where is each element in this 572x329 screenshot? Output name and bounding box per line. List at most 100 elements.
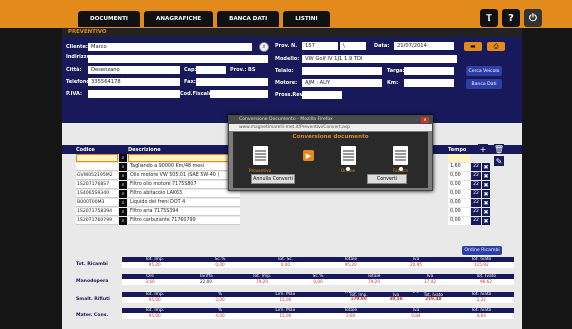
grand-v0: 179,90 xyxy=(350,296,367,301)
menu-banca-dati[interactable]: BANCA DATI xyxy=(217,11,280,27)
table-row: B000T00M3 ⌕ Liquido dei freni DOT 4 0,00… xyxy=(62,199,522,207)
smalt-label: Smalt. Rifiuti xyxy=(76,297,110,302)
trash-icon[interactable]: 🗑 xyxy=(494,144,504,154)
mater-label: Mater. Cons. xyxy=(76,313,109,318)
converti-button[interactable]: Converti xyxy=(367,174,407,184)
mater-v2: 15,00 xyxy=(279,313,292,318)
power-icon[interactable]: ⏻ xyxy=(524,9,542,27)
telaio-label: Telaio: xyxy=(275,68,294,74)
search-icon[interactable]: ⌕ xyxy=(119,208,127,216)
menu-anagrafiche[interactable]: ANAGRAFICHE xyxy=(144,11,214,27)
desc-cell[interactable]: Filtro olio motore 7175S807 xyxy=(128,181,240,189)
mano-v1[interactable]: 22,00 xyxy=(178,279,234,285)
desc-cell[interactable]: Tagliando a 90000 Km/48 mesi xyxy=(128,163,240,171)
qty-cell: 22 xyxy=(471,181,481,189)
delete-icon[interactable]: ✖ xyxy=(482,172,490,180)
code-cell[interactable]: 1S2071768S7 xyxy=(76,181,118,189)
banca-dati-button[interactable]: Banca Dati xyxy=(466,79,502,89)
print-icon[interactable]: ⎙ xyxy=(487,42,505,51)
help-icon[interactable]: ? xyxy=(502,9,520,27)
prossrev-field[interactable] xyxy=(302,91,342,99)
ricambi-values: 95,20 0,00 0,00 95,20 20,95 115,92 xyxy=(122,262,514,268)
code-cell[interactable]: GVW052195M2 xyxy=(76,172,118,180)
code-cell[interactable] xyxy=(76,163,118,171)
desc-input[interactable] xyxy=(128,154,240,162)
delete-icon[interactable]: ✖ xyxy=(482,163,490,171)
totals-area: Tot. Ricambi Tot. Imp. Sc.% Tot. Sc. Totale… xyxy=(62,255,522,329)
cap-field[interactable] xyxy=(196,66,226,74)
mater-v3: 3,80 xyxy=(345,313,356,318)
tempo-cell[interactable]: 1,60 xyxy=(448,163,470,171)
ordine-doc-icon[interactable] xyxy=(341,146,356,165)
desc-cell[interactable]: Olio motore VW 505.01 (SAE 5W-40 ) xyxy=(128,172,240,180)
indirizzo-field[interactable] xyxy=(88,55,268,63)
targa-label: Targa: xyxy=(387,68,405,74)
desc-cell[interactable]: Liquido dei freni DOT 4 xyxy=(128,199,240,207)
tempo-input[interactable] xyxy=(448,154,470,162)
code-cell[interactable]: 1S2071758394 xyxy=(76,208,118,216)
telaio-field[interactable] xyxy=(302,67,382,75)
tempo-cell[interactable]: 0,00 xyxy=(448,190,470,198)
tools-icon[interactable]: Ⲧ xyxy=(480,9,498,27)
ricambi-v5: 115,92 xyxy=(473,262,489,267)
menu-documenti[interactable]: DOCUMENTI xyxy=(78,11,141,27)
km-field[interactable] xyxy=(404,79,454,87)
mano-v3: 0,00 xyxy=(313,279,323,284)
top-bar: DOCUMENTI ANAGRAFICHE BANCA DATI LISTINI… xyxy=(0,0,572,28)
code-input[interactable] xyxy=(76,154,118,162)
data-field[interactable]: 21/07/2014 xyxy=(394,42,454,50)
prov-label: Prov.: BS xyxy=(230,67,256,73)
search-icon[interactable]: ⌕ xyxy=(119,217,127,225)
ordine-ricambi-button[interactable]: Ordine Ricambi xyxy=(462,246,502,255)
delete-icon[interactable]: ✖ xyxy=(482,181,490,189)
code-cell[interactable]: B000T00M3 xyxy=(76,199,118,207)
delete-icon[interactable]: ✖ xyxy=(482,190,490,198)
provn-suffix-field[interactable]: \ xyxy=(340,42,366,50)
radio-ordine[interactable] xyxy=(346,167,350,171)
menu-listini[interactable]: LISTINI xyxy=(283,11,330,27)
code-cell[interactable]: 1S4065S9340 xyxy=(76,190,118,198)
citta-field[interactable]: Desenzano xyxy=(88,66,180,74)
doc-label-preventivo: Preventivo xyxy=(249,168,272,173)
piva-field[interactable] xyxy=(88,90,180,98)
close-icon[interactable]: ✕ xyxy=(421,117,429,123)
smalt-v0: 95,00 xyxy=(148,297,161,302)
edit-icon[interactable]: ✎ xyxy=(494,156,504,166)
code-cell[interactable]: 1S2071760799 xyxy=(76,217,118,225)
cliente-field[interactable]: Marco xyxy=(88,43,252,51)
radio-fattura[interactable] xyxy=(399,167,403,171)
desc-cell[interactable]: Filtro abitacolo LAK63 xyxy=(128,190,240,198)
fattura-doc-icon[interactable] xyxy=(393,146,408,165)
search-icon[interactable]: ⌕ xyxy=(119,181,127,189)
delete-icon[interactable]: ✖ xyxy=(482,217,490,225)
table-row: 1S2071758394 ⌕ Filtro aria 7175S394 0,00… xyxy=(62,208,522,216)
search-icon[interactable]: ⌕ xyxy=(119,199,127,207)
desc-cell[interactable]: Filtro aria 7175S394 xyxy=(128,208,240,216)
motore-label: Motore: xyxy=(275,80,298,86)
search-icon[interactable]: ⌕ xyxy=(119,154,127,162)
tempo-cell[interactable]: 0,00 xyxy=(448,172,470,180)
delete-icon[interactable]: ✖ xyxy=(482,199,490,207)
telefono-field[interactable]: 335564178 xyxy=(88,78,180,86)
tempo-cell[interactable]: 0,00 xyxy=(448,199,470,207)
search-icon[interactable]: ⌕ xyxy=(119,172,127,180)
tempo-cell[interactable]: 0,00 xyxy=(448,217,470,225)
desc-cell[interactable]: Filtro carburante 71760799 xyxy=(128,217,240,225)
fax-field[interactable] xyxy=(196,78,268,86)
modello-field[interactable]: VW Golf IV 1J1 1.9 TDI xyxy=(302,55,457,63)
cliente-search-icon[interactable]: ⌕ xyxy=(259,42,269,52)
targa-field[interactable] xyxy=(404,67,454,75)
cerca-veicolo-button[interactable]: Cerca Veicolo xyxy=(466,66,502,76)
search-icon[interactable]: ⌕ xyxy=(119,163,127,171)
search-icon[interactable]: ⌕ xyxy=(119,190,127,198)
annulla-button[interactable]: Annulla Converti xyxy=(251,174,295,184)
codfiscale-field[interactable] xyxy=(210,90,268,98)
delete-icon[interactable]: ✖ xyxy=(482,208,490,216)
add-row-icon[interactable]: + xyxy=(478,144,488,154)
mano-v4: 79,20 xyxy=(368,279,380,284)
provn-field[interactable]: 157 xyxy=(302,42,338,50)
tempo-cell[interactable]: 0,00 xyxy=(448,208,470,216)
motore-field[interactable]: AJM ; AUY xyxy=(302,79,382,87)
folder-icon[interactable]: ▬ xyxy=(464,42,482,51)
tempo-cell[interactable]: 0,00 xyxy=(448,181,470,189)
